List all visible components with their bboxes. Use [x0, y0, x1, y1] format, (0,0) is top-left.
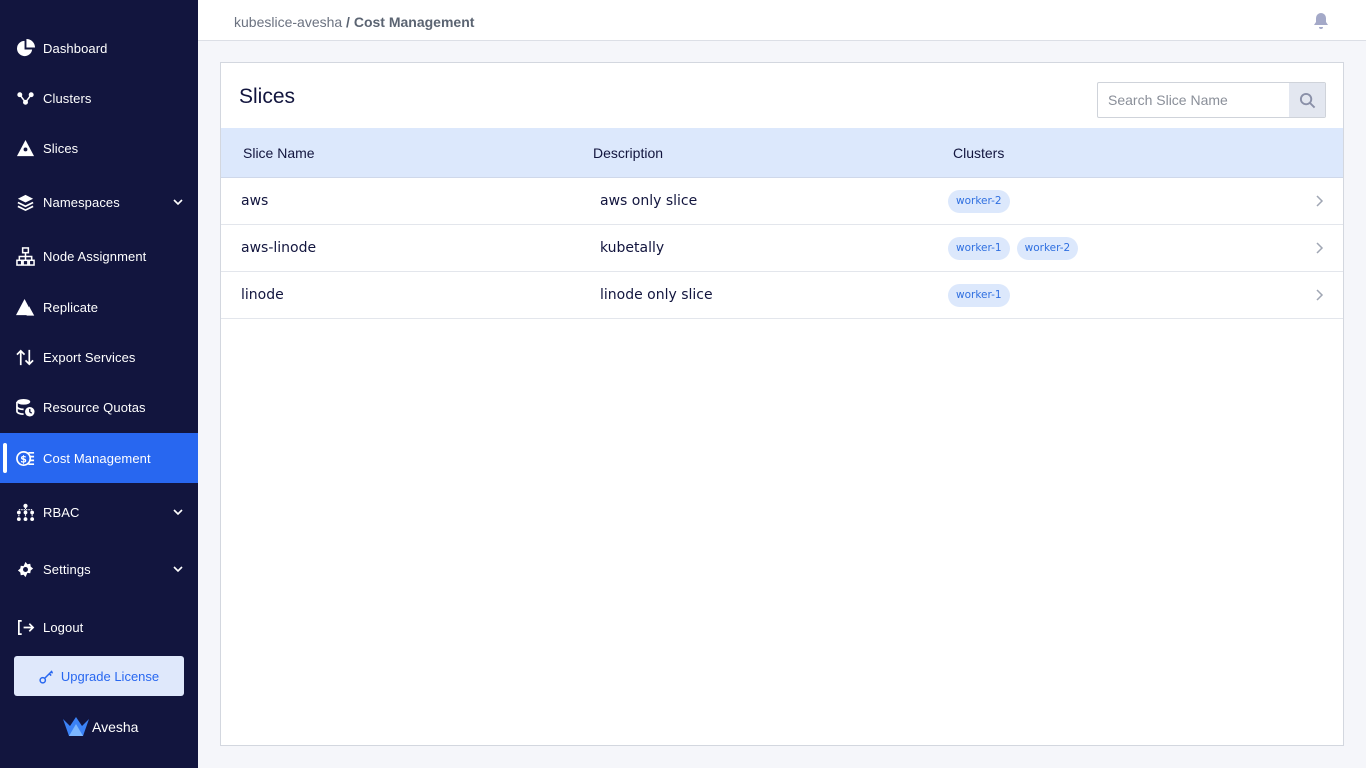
cluster-chip: worker-1	[948, 284, 1010, 307]
description-cell: aws only slice	[600, 193, 698, 209]
page-title: Slices	[239, 85, 296, 108]
avesha-crown-icon	[63, 717, 89, 736]
database-clock-icon	[15, 397, 35, 417]
sidebar: Dashboard Clusters Slices Namespaces Nod…	[0, 0, 198, 768]
cluster-nodes-icon	[15, 88, 35, 108]
key-icon	[39, 669, 53, 684]
breadcrumb-current: Cost Management	[353, 14, 475, 30]
column-header-clusters[interactable]: Clusters	[953, 145, 1004, 161]
bell-icon[interactable]	[1311, 11, 1331, 31]
table-header: Slice Name Description Clusters	[221, 128, 1343, 178]
chevron-right-icon[interactable]	[1313, 288, 1325, 302]
clusters-cell: worker-2	[948, 190, 1017, 213]
table-row[interactable]: aws aws only slice worker-2	[221, 178, 1343, 225]
sidebar-item-label: Dashboard	[43, 40, 108, 56]
sidebar-item-settings[interactable]: Settings	[0, 544, 198, 594]
brand-name: Avesha	[92, 719, 139, 735]
clusters-cell: worker-1	[948, 284, 1017, 307]
upgrade-license-label: Upgrade License	[60, 668, 160, 684]
table-row[interactable]: linode linode only slice worker-1	[221, 272, 1343, 319]
sidebar-item-label: RBAC	[43, 504, 80, 520]
sidebar-item-label: Cost Management	[43, 450, 151, 466]
slice-name-cell: aws-linode	[241, 240, 317, 256]
sidebar-item-replicate[interactable]: Replicate	[0, 282, 198, 332]
chevron-down-icon[interactable]	[172, 196, 184, 208]
sidebar-item-slices[interactable]: Slices	[0, 123, 198, 173]
search-button[interactable]	[1289, 83, 1325, 117]
sidebar-item-export-services[interactable]: Export Services	[0, 332, 198, 382]
brand-logo: Avesha	[62, 716, 138, 738]
logout-icon	[15, 617, 35, 637]
sidebar-item-rbac[interactable]: RBAC	[0, 487, 198, 537]
search-box	[1097, 82, 1326, 118]
breadcrumb-project[interactable]: kubeslice-avesha	[234, 14, 342, 30]
sidebar-item-namespaces[interactable]: Namespaces	[0, 177, 198, 227]
breadcrumb-separator: /	[342, 14, 354, 30]
table-row[interactable]: aws-linode kubetally worker-1 worker-2	[221, 225, 1343, 272]
sitemap-icon	[15, 246, 35, 266]
pie-chart-icon	[15, 38, 35, 58]
slice-name-cell: linode	[241, 287, 284, 303]
sidebar-item-logout[interactable]: Logout	[0, 602, 198, 652]
chevron-down-icon[interactable]	[172, 506, 184, 518]
sidebar-item-clusters[interactable]: Clusters	[0, 73, 198, 123]
cluster-chip: worker-2	[948, 190, 1010, 213]
search-input[interactable]	[1098, 83, 1290, 117]
sidebar-item-label: Export Services	[43, 349, 136, 365]
search-icon	[1299, 92, 1315, 108]
breadcrumb: kubeslice-avesha / Cost Management	[234, 14, 474, 30]
sidebar-item-label: Namespaces	[43, 194, 120, 210]
top-bar: kubeslice-avesha / Cost Management	[198, 0, 1366, 41]
replicate-icon	[15, 297, 35, 317]
sidebar-item-dashboard[interactable]: Dashboard	[0, 23, 198, 73]
sidebar-item-label: Resource Quotas	[43, 399, 146, 415]
cluster-chip: worker-1	[948, 237, 1010, 260]
cluster-chip: worker-2	[1016, 237, 1079, 260]
rbac-tree-icon	[15, 502, 35, 522]
column-header-slice-name[interactable]: Slice Name	[243, 145, 315, 161]
sidebar-item-label: Logout	[43, 619, 84, 635]
sidebar-item-label: Clusters	[43, 90, 92, 106]
chevron-down-icon[interactable]	[172, 563, 184, 575]
sidebar-item-label: Slices	[43, 140, 79, 156]
sidebar-item-label: Replicate	[43, 299, 99, 315]
slice-name-cell: aws	[241, 193, 269, 209]
sidebar-item-label: Settings	[43, 561, 91, 577]
arrows-up-down-icon	[15, 347, 35, 367]
chevron-right-icon[interactable]	[1313, 241, 1325, 255]
slice-icon	[15, 138, 35, 158]
chevron-right-icon[interactable]	[1313, 194, 1325, 208]
svg-text:$: $	[20, 454, 27, 465]
clusters-cell: worker-1 worker-2	[948, 237, 1085, 260]
gear-icon	[15, 559, 35, 579]
description-cell: kubetally	[600, 240, 665, 256]
description-cell: linode only slice	[600, 287, 713, 303]
sidebar-item-cost-management[interactable]: $ Cost Management	[0, 433, 198, 483]
upgrade-license-button[interactable]: Upgrade License	[14, 656, 184, 696]
cost-coins-icon: $	[15, 448, 35, 468]
sidebar-item-resource-quotas[interactable]: Resource Quotas	[0, 382, 198, 432]
sidebar-item-node-assignment[interactable]: Node Assignment	[0, 231, 198, 281]
slices-card: Slices Slice Name Description Clusters a…	[220, 62, 1344, 746]
column-header-description[interactable]: Description	[593, 145, 663, 161]
sidebar-item-label: Node Assignment	[43, 248, 147, 264]
layers-icon	[15, 192, 35, 212]
